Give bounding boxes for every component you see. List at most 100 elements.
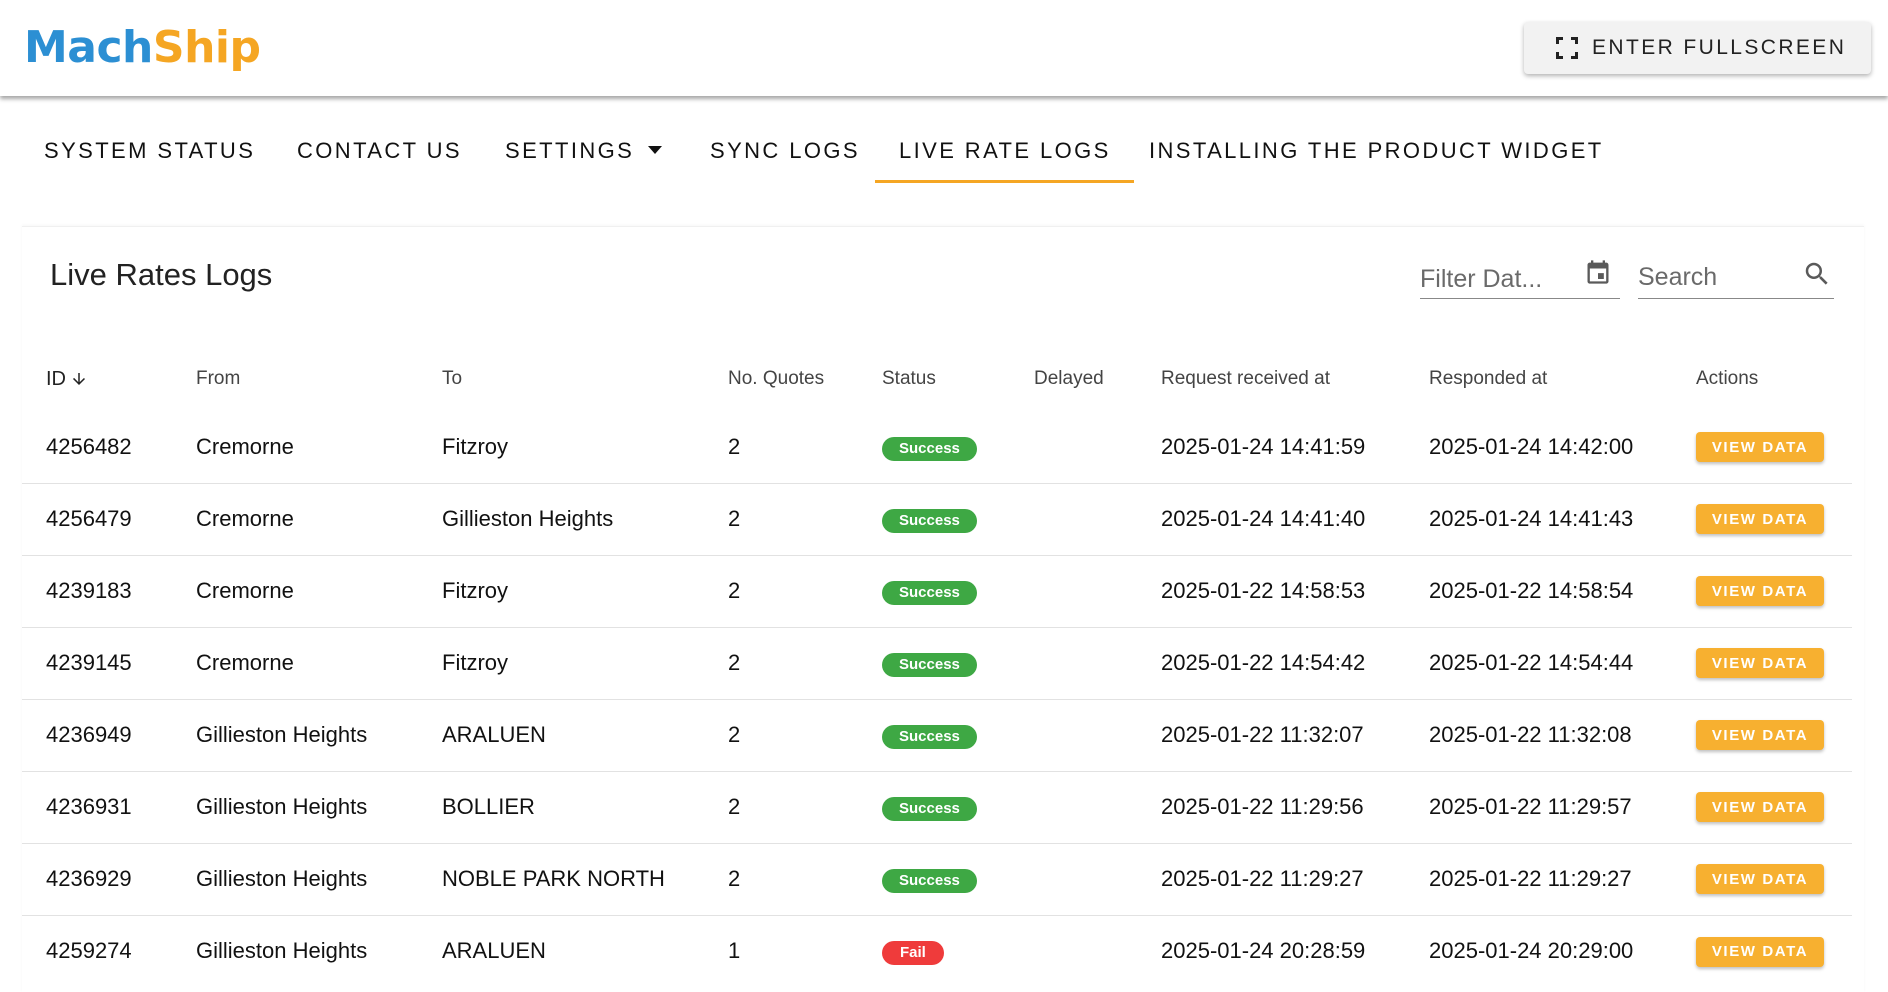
fullscreen-icon (1556, 37, 1578, 59)
cell-responded-at: 2025-01-22 14:54:44 (1405, 627, 1672, 700)
cell-to: Fitzroy (418, 627, 704, 700)
cell-responded-at: 2025-01-24 14:41:43 (1405, 483, 1672, 556)
filter-date-placeholder: Filter Dat... (1420, 265, 1543, 293)
view-data-button[interactable]: VIEW DATA (1696, 864, 1824, 895)
cell-status: Success (858, 555, 1010, 628)
cell-delayed (1010, 915, 1137, 987)
cell-actions: VIEW DATA (1672, 483, 1852, 556)
column-label: ID (46, 367, 66, 390)
cell-no-quotes: 2 (704, 555, 858, 628)
cell-no-quotes: 1 (728, 938, 741, 964)
column-header-request-received-at[interactable]: Request received at (1137, 347, 1405, 411)
cell-id: 4256482 (22, 411, 172, 484)
view-data-button[interactable]: VIEW DATA (1696, 936, 1824, 967)
search-input[interactable] (1638, 263, 1788, 292)
cell-no-quotes: 2 (704, 627, 858, 700)
view-data-button[interactable]: VIEW DATA (1696, 648, 1824, 679)
cell-no-quotes: 2 (704, 483, 858, 556)
tab-label: SETTINGS (505, 138, 635, 163)
status-badge: Fail (882, 941, 944, 966)
column-header-no-quotes[interactable]: No. Quotes (704, 347, 858, 411)
cell-request-received-at: 2025-01-22 14:58:53 (1137, 555, 1405, 628)
live-rates-table: ID From To No. Quotes Status Delayed Req… (22, 347, 1852, 987)
cell-from: Gillieston Heights (172, 699, 418, 772)
cell-delayed (1010, 699, 1137, 772)
cell-status: Success (858, 483, 1010, 556)
enter-fullscreen-button[interactable]: ENTER FULLSCREEN (1524, 22, 1871, 74)
view-data-button[interactable]: VIEW DATA (1696, 504, 1824, 535)
caret-down-icon (648, 146, 663, 155)
cell-from: Gillieston Heights (172, 771, 418, 844)
arrow-down-icon[interactable] (70, 370, 88, 388)
status-badge: Success (882, 581, 977, 605)
cell-from: Gillieston Heights (196, 938, 368, 964)
main-nav: SYSTEM STATUS CONTACT US SETTINGS SYNC L… (0, 96, 1888, 196)
column-header-responded-at[interactable]: Responded at (1405, 347, 1672, 411)
cell-no-quotes: 2 (704, 411, 858, 484)
cell-delayed (1010, 771, 1137, 844)
cell-to: NOBLE PARK NORTH (418, 843, 704, 916)
cell-to: Fitzroy (418, 555, 704, 628)
view-data-button[interactable]: VIEW DATA (1696, 576, 1824, 607)
view-data-button[interactable]: VIEW DATA (1696, 792, 1824, 823)
column-header-id[interactable]: ID (22, 347, 172, 411)
table-body: 4256482 Cremorne Fitzroy 2 Success 2025-… (22, 411, 1852, 987)
cell-id: 4236929 (22, 843, 172, 916)
column-header-to[interactable]: To (418, 347, 704, 411)
cell-id: 4239183 (22, 555, 172, 628)
cell-to: Fitzroy (418, 411, 704, 484)
tab-live-rate-logs[interactable]: LIVE RATE LOGS (875, 138, 1134, 183)
search-field[interactable] (1638, 257, 1834, 299)
table-row: 4236931 Gillieston Heights BOLLIER 2 Suc… (22, 771, 1852, 844)
cell-responded-at: 2025-01-22 11:29:57 (1405, 771, 1672, 844)
cell-from: Cremorne (172, 627, 418, 700)
cell-no-quotes: 2 (704, 699, 858, 772)
tab-installing-product-widget[interactable]: INSTALLING THE PRODUCT WIDGET (1149, 138, 1604, 164)
cell-request-received-at: 2025-01-22 14:54:42 (1137, 627, 1405, 700)
cell-status: Success (858, 699, 1010, 772)
cell-actions: VIEW DATA (1672, 627, 1852, 700)
tab-label: INSTALLING THE PRODUCT WIDGET (1149, 138, 1604, 163)
search-icon[interactable] (1802, 259, 1832, 289)
status-badge: Success (882, 725, 977, 749)
status-badge: Success (882, 436, 977, 461)
view-data-button[interactable]: VIEW DATA (1696, 432, 1824, 462)
filter-date-field[interactable]: Filter Dat... (1420, 257, 1620, 299)
table-header-row: ID From To No. Quotes Status Delayed Req… (22, 347, 1852, 411)
view-data-button[interactable]: VIEW DATA (1696, 720, 1824, 751)
cell-no-quotes: 2 (704, 771, 858, 844)
tab-contact-us[interactable]: CONTACT US (297, 138, 462, 164)
table-row: 4256482 Cremorne Fitzroy 2 Success 2025-… (22, 411, 1852, 484)
cell-from: Cremorne (172, 483, 418, 556)
cell-actions: VIEW DATA (1672, 843, 1852, 916)
cell-to: ARALUEN (418, 699, 704, 772)
page-title: Live Rates Logs (50, 257, 273, 292)
machship-logo[interactable]: MachShip (24, 22, 261, 73)
tab-sync-logs[interactable]: SYNC LOGS (710, 138, 860, 164)
cell-responded-at: 2025-01-22 11:32:08 (1405, 699, 1672, 772)
cell-to: Gillieston Heights (418, 483, 704, 556)
status-badge: Success (882, 509, 977, 533)
tab-system-status[interactable]: SYSTEM STATUS (44, 138, 255, 164)
cell-delayed (1010, 555, 1137, 628)
table-row: 4236949 Gillieston Heights ARALUEN 2 Suc… (22, 699, 1852, 772)
tab-settings[interactable]: SETTINGS (505, 138, 663, 164)
table-row: 4239145 Cremorne Fitzroy 2 Success 2025-… (22, 627, 1852, 700)
column-header-delayed[interactable]: Delayed (1010, 347, 1137, 411)
cell-id: 4239145 (22, 627, 172, 700)
cell-request-received-at: 2025-01-22 11:32:07 (1137, 699, 1405, 772)
calendar-icon[interactable] (1584, 257, 1612, 287)
column-header-actions: Actions (1696, 368, 1759, 389)
cell-request-received-at: 2025-01-24 20:28:59 (1161, 938, 1366, 964)
table-row: 4239183 Cremorne Fitzroy 2 Success 2025-… (22, 555, 1852, 628)
table-row: 4259274 Gillieston Heights ARALUEN 1 Fai… (22, 915, 1852, 987)
live-rates-logs-card: Live Rates Logs Filter Dat... ID From To… (22, 226, 1864, 992)
table-row: 4236929 Gillieston Heights NOBLE PARK NO… (22, 843, 1852, 916)
cell-responded-at: 2025-01-22 14:58:54 (1405, 555, 1672, 628)
cell-responded-at: 2025-01-24 14:42:00 (1405, 411, 1672, 484)
column-header-status[interactable]: Status (858, 347, 1010, 411)
cell-id: 4236949 (22, 699, 172, 772)
cell-status: Success (858, 771, 1010, 844)
column-header-from[interactable]: From (172, 347, 418, 411)
logo-text-ship: Ship (152, 22, 261, 73)
